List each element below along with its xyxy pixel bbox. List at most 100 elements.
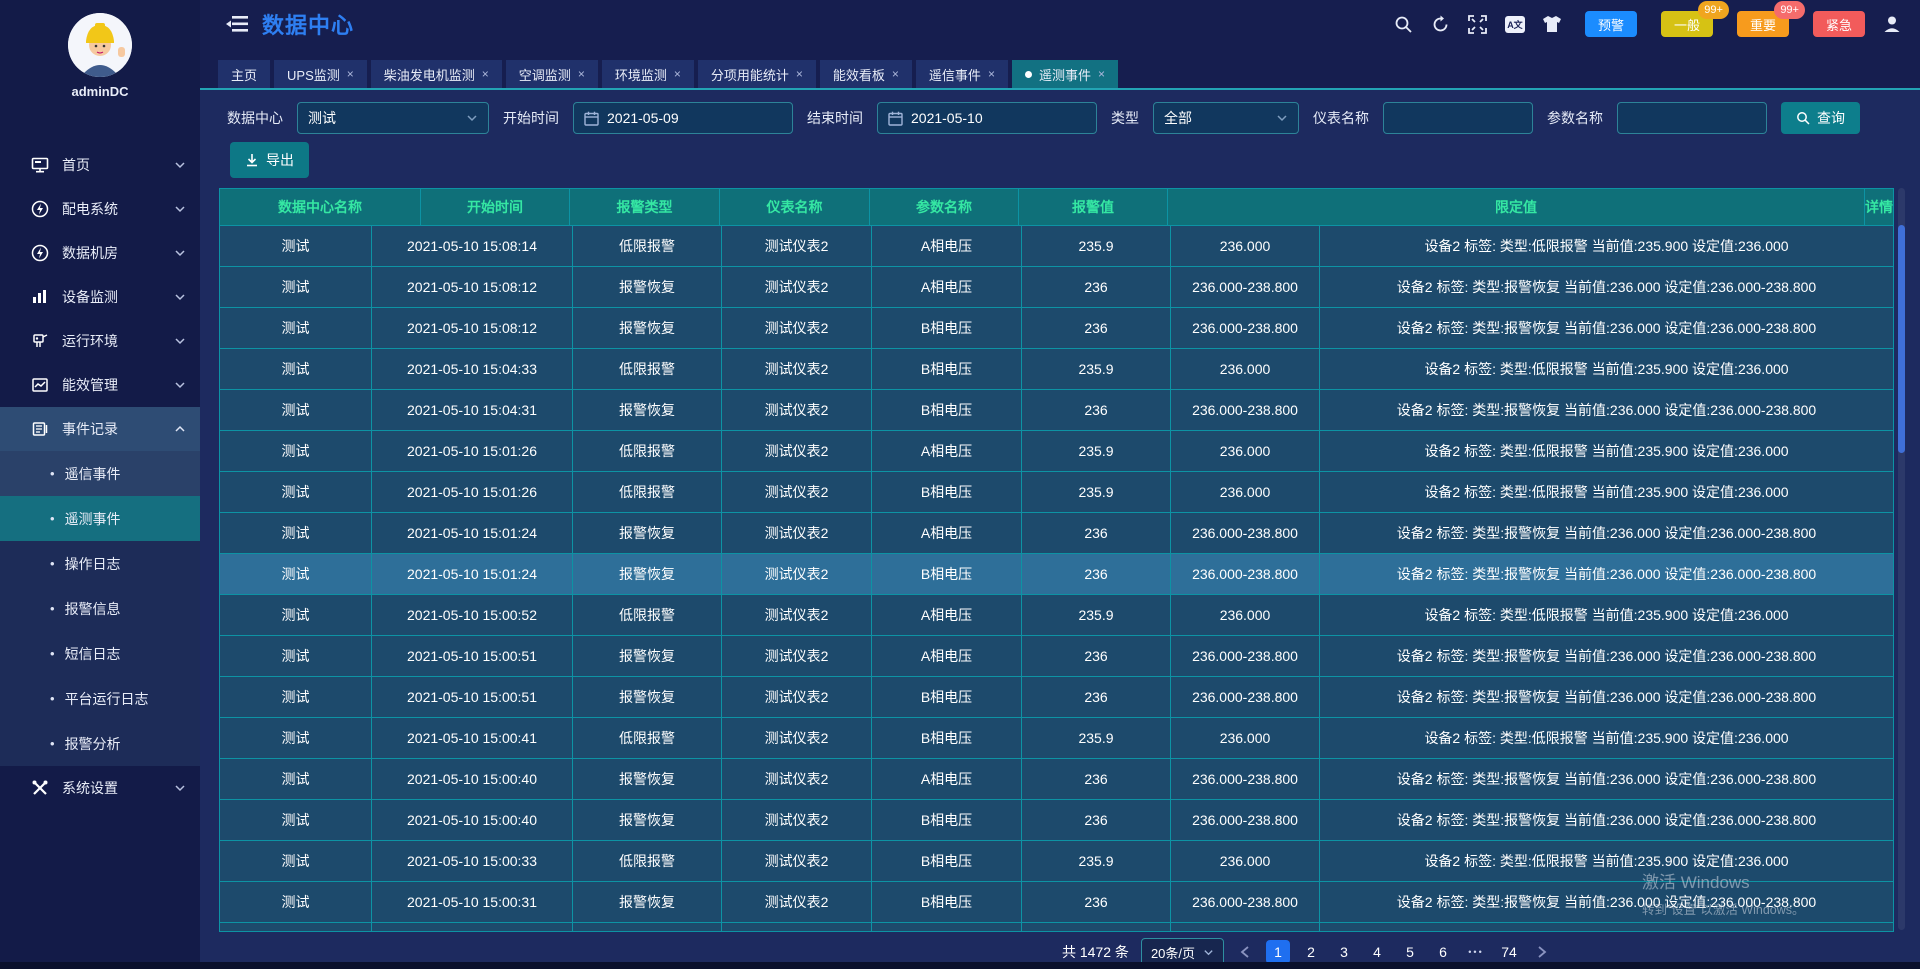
type-select[interactable]: 全部 [1153,102,1299,134]
search-button[interactable]: 查询 [1781,102,1860,134]
sidebar-item-data-room[interactable]: 数据机房 [0,231,200,275]
sidebar-item-environment[interactable]: 运行环境 [0,319,200,363]
page-button[interactable]: 5 [1398,940,1422,964]
table-row[interactable]: 测试 2021-05-10 15:00:41 低限报警 测试仪表2 B相电压 2… [220,717,1893,758]
datacenter-select[interactable]: 测试 [297,102,489,134]
close-icon[interactable]: × [796,67,803,81]
cell-meter-name: 测试仪表2 [722,226,872,266]
close-icon[interactable]: × [578,67,585,81]
sidebar-subitem[interactable]: 遥信事件 [0,451,200,496]
tab[interactable]: 主页 × [218,60,270,88]
home-icon [30,155,50,175]
tab[interactable]: 柴油发电机监测 × [371,60,502,88]
sidebar-item-home[interactable]: 首页 [0,143,200,187]
search-button-label: 查询 [1817,108,1845,128]
table-row[interactable]: 测试 2021-05-10 15:00:51 报警恢复 测试仪表2 B相电压 2… [220,676,1893,717]
param-name-input[interactable] [1628,109,1756,127]
sidebar-item-settings[interactable]: 系统设置 [0,766,200,810]
table-row[interactable]: 测试 2021-05-10 15:00:40 报警恢复 测试仪表2 B相电压 2… [220,799,1893,840]
cell-alarm-type: 报警恢复 [573,759,722,799]
page-button[interactable]: 3 [1332,940,1356,964]
fullscreen-icon[interactable] [1468,14,1488,34]
tab[interactable]: 环境监测 × [602,60,694,88]
close-icon[interactable]: × [674,67,681,81]
close-icon[interactable]: × [988,67,995,81]
tab-label: 空调监测 [519,65,571,84]
scrollbar-thumb[interactable] [1898,225,1905,453]
table-row[interactable]: 测试 2021-05-10 15:04:33 低限报警 测试仪表2 B相电压 2… [220,348,1893,389]
column-header: 报警类型 [570,189,720,225]
tab[interactable]: 分项用能统计 × [698,60,816,88]
alarm-level-button[interactable]: 一般99+ [1661,11,1713,37]
table-row[interactable]: 测试 2021-05-10 15:04:31 报警恢复 测试仪表2 B相电压 2… [220,389,1893,430]
table-row[interactable]: 测试 2021-05-10 15:01:26 低限报警 测试仪表2 A相电压 2… [220,430,1893,471]
chevron-down-icon [174,782,186,794]
refresh-icon[interactable] [1431,14,1451,34]
cell-start-time: 2021-05-10 15:08:12 [372,267,573,307]
sidebar-item-power-distribution[interactable]: 配电系统 [0,187,200,231]
avatar[interactable] [68,13,132,77]
page-button[interactable]: 74 [1497,940,1521,964]
cell-param-name: B相电压 [872,841,1022,881]
close-icon[interactable]: × [892,67,899,81]
table-row[interactable]: 测试 2021-05-10 15:08:12 报警恢复 测试仪表2 B相电压 2… [220,307,1893,348]
tab[interactable]: UPS监测 × [274,60,367,88]
sidebar-item-energy[interactable]: 能效管理 [0,363,200,407]
tab-label: 主页 [231,65,257,84]
table-row[interactable]: 测试 2021-05-10 15:08:12 报警恢复 测试仪表2 A相电压 2… [220,266,1893,307]
page-button[interactable]: 2 [1299,940,1323,964]
sidebar-subitem[interactable]: 报警分析 [0,721,200,766]
alarm-level-button[interactable]: 紧急 [1813,11,1865,37]
start-date-input[interactable]: 2021-05-09 [573,102,793,134]
cell-detail: 设备2 标签: 类型:报警恢复 当前值:236.000 设定值:236.000-… [1320,554,1893,594]
page-buttons: 1 2 3 4 5 6 ••• 74 [1266,940,1521,964]
export-button[interactable]: 导出 [230,142,309,178]
menu-collapse-icon[interactable] [226,15,248,33]
table-row[interactable]: 测试 2021-05-10 15:08:14 低限报警 测试仪表2 A相电压 2… [220,225,1893,266]
chevron-down-icon [1276,112,1288,124]
close-icon[interactable]: × [1098,67,1105,81]
sidebar-subitem[interactable]: 报警信息 [0,586,200,631]
sidebar-subitem[interactable]: 操作日志 [0,541,200,586]
cell-meter-name: 测试仪表2 [722,349,872,389]
close-icon[interactable]: × [347,67,354,81]
translate-icon[interactable]: A文 [1505,14,1525,34]
table-row[interactable]: 测试 2021-05-10 15:00:51 报警恢复 测试仪表2 A相电压 2… [220,635,1893,676]
table-row[interactable]: 测试 2021-05-10 15:00:31 报警恢复 测试仪表2 B相电压 2… [220,881,1893,922]
table-row[interactable]: 测试 2021-05-10 15:00:40 报警恢复 测试仪表2 A相电压 2… [220,758,1893,799]
cell-param-name: B相电压 [872,882,1022,922]
page-button[interactable]: 1 [1266,940,1290,964]
sidebar-subitem[interactable]: 短信日志 [0,631,200,676]
close-icon[interactable]: × [482,67,489,81]
table-row[interactable]: 测试 2021-05-10 15:01:24 报警恢复 测试仪表2 A相电压 2… [220,512,1893,553]
table-row[interactable]: 测试 2021-05-10 15:01:26 低限报警 测试仪表2 B相电压 2… [220,471,1893,512]
theme-icon[interactable] [1542,14,1562,34]
tab[interactable]: 遥测事件 × [1012,60,1118,88]
user-icon[interactable] [1882,14,1902,34]
tab[interactable]: 遥信事件 × [916,60,1008,88]
sidebar-item-event-records[interactable]: 事件记录 [0,407,200,451]
tab[interactable]: 能效看板 × [820,60,912,88]
alarm-level-button[interactable]: 重要99+ [1737,11,1789,37]
table-row[interactable]: 测试 2021-05-10 15:01:24 报警恢复 测试仪表2 B相电压 2… [220,553,1893,594]
table-row[interactable]: 测试 2021-05-10 15:00:33 低限报警 测试仪表2 B相电压 2… [220,840,1893,881]
tab[interactable]: 空调监测 × [506,60,598,88]
cell-alarm-type: 报警恢复 [573,677,722,717]
table-row[interactable]: 测试 2021-05-10 15:00:52 低限报警 测试仪表2 A相电压 2… [220,594,1893,635]
sidebar-subitem[interactable]: 遥测事件 [0,496,200,541]
cell-alarm-value: 235.9 [1022,841,1171,881]
sidebar-item-device-monitor[interactable]: 设备监测 [0,275,200,319]
sidebar-subitem[interactable]: 平台运行日志 [0,676,200,721]
cell-start-time: 2021-05-10 15:00:40 [372,759,573,799]
cell-datacenter: 测试 [220,759,372,799]
table-row[interactable]: 测试 2021-05-10 15:00:29 低限报警 测试仪表2 A相电压 2… [220,922,1893,931]
cell-meter-name: 测试仪表2 [722,841,872,881]
table-scrollbar[interactable] [1898,188,1905,930]
page-button[interactable]: 4 [1365,940,1389,964]
end-date-input[interactable]: 2021-05-10 [877,102,1097,134]
alarm-level-button[interactable]: 预警 [1585,11,1637,37]
page-button[interactable]: ••• [1464,940,1488,964]
search-icon[interactable] [1394,14,1414,34]
page-button[interactable]: 6 [1431,940,1455,964]
meter-name-input[interactable] [1394,109,1522,127]
